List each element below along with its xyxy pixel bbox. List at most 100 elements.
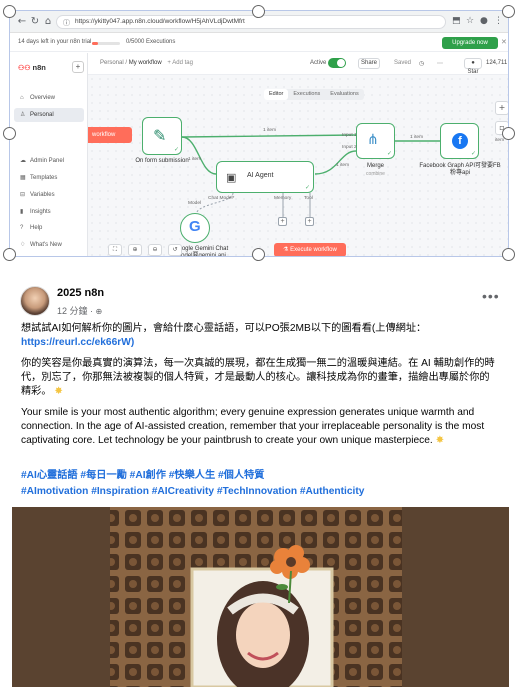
profile-icon[interactable]: ● [480, 16, 488, 26]
hashtags-en[interactable]: #AImotivation #Inspiration #AICreativity… [21, 485, 499, 499]
merge-node[interactable]: ⋔ ✓ [356, 123, 395, 159]
post-photo[interactable] [12, 507, 509, 687]
globe-icon: ⊕ [95, 307, 103, 316]
upgrade-button[interactable]: Upgrade now [442, 37, 498, 49]
workflow-screenshot: ← ↻ ⌂ ⓘ https://ykitty047.app.n8n.cloud/… [9, 10, 509, 257]
facebook-node[interactable]: f ✓ [440, 123, 479, 159]
post-time[interactable]: 12 分鐘 · [57, 306, 96, 316]
n8n-logo[interactable]: ⚇⚇ n8n [18, 63, 46, 72]
extensions-icon[interactable]: ⬒ [452, 16, 461, 26]
sidebar-item-label: Help [30, 225, 43, 231]
post-photo-image [12, 507, 509, 687]
sidebar-item-personal[interactable]: ♙ Personal [14, 108, 84, 122]
ai-agent-node[interactable]: ▣ AI Agent ✓ [216, 161, 314, 193]
resize-handle-mr[interactable] [502, 127, 515, 140]
address-bar[interactable]: ⓘ https://ykitty047.app.n8n.cloud/workfl… [56, 15, 446, 29]
sidebar-item-admin-panel[interactable]: ☁ Admin Panel [14, 154, 84, 168]
add-node-button[interactable]: + [495, 101, 508, 115]
template-icon: ▦ [20, 175, 26, 181]
edge-item-count: 1 item [410, 135, 424, 140]
github-star-button[interactable]: ● Star [464, 58, 482, 75]
execute-label: Execute workflow [290, 247, 337, 253]
form-icon: ✎ [153, 126, 167, 145]
sidebar-item-label: What's New [30, 242, 62, 248]
memory-add-button[interactable]: + [278, 217, 287, 226]
reset-zoom-icon[interactable]: ↺ [168, 244, 182, 256]
back-icon[interactable]: ← [16, 16, 28, 28]
url-text: https://ykitty047.app.n8n.cloud/workflow… [75, 18, 245, 25]
resize-handle-bl[interactable] [3, 248, 16, 261]
menu-icon[interactable]: ⋮ [494, 16, 503, 26]
fit-view-icon[interactable]: ⛶ [108, 244, 122, 256]
home-icon[interactable]: ⌂ [42, 16, 54, 28]
page-root: ← ↻ ⌂ ⓘ https://ykitty047.app.n8n.cloud/… [0, 0, 518, 687]
port-label: Chat Model* [208, 196, 235, 201]
post-text-zh: 你的笑容是你最真實的演算法，每一次真誠的展現，都在生成獨一無二的溫暖與連結。在 … [21, 357, 499, 399]
reload-icon[interactable]: ↻ [29, 16, 41, 28]
crumb-personal[interactable]: Personal [100, 60, 124, 66]
resize-handle-bc[interactable] [252, 248, 265, 261]
merge-icon: ⋔ [367, 132, 379, 148]
sidebar-item-whats-new[interactable]: ♢ What's New [14, 238, 84, 252]
sidebar-item-templates[interactable]: ▦ Templates [14, 171, 84, 185]
resize-handle-tl[interactable] [3, 5, 16, 18]
ai-agent-label: AI Agent [247, 172, 274, 179]
sparkle-emoji-icon: ✸ [435, 435, 445, 446]
close-icon[interactable]: ✕ [501, 38, 507, 46]
google-icon: G [189, 218, 201, 235]
success-check-icon: ✓ [386, 150, 392, 157]
more-icon[interactable]: ⋯ [437, 60, 443, 67]
n8n-logo-icon: ⚇⚇ [18, 65, 33, 72]
success-check-icon: ✓ [173, 146, 179, 153]
tool-add-button[interactable]: + [305, 217, 314, 226]
more-options-icon[interactable]: ••• [482, 288, 500, 304]
input-label: Input 1 [342, 133, 357, 138]
resize-handle-br[interactable] [502, 248, 515, 261]
post-author[interactable]: 2025 n8n [57, 287, 104, 299]
workflow-name[interactable]: My workflow [129, 60, 162, 66]
sidebar-item-label: Templates [30, 175, 58, 181]
bookmark-icon[interactable]: ☆ [466, 16, 474, 26]
sparkle-emoji-icon: ✸ [54, 386, 63, 397]
resize-handle-ml[interactable] [3, 127, 16, 140]
input-label: Input 2 [342, 145, 357, 150]
sidebar-item-overview[interactable]: ⌂ Overview [14, 91, 84, 105]
active-toggle[interactable] [328, 58, 346, 68]
create-button[interactable]: + [72, 61, 84, 73]
insights-icon: ▮ [20, 209, 24, 215]
saved-status: Saved [394, 60, 412, 66]
resize-handle-tr[interactable] [502, 5, 515, 18]
edge-item-count: 1 item [336, 163, 350, 168]
resize-handle-tc[interactable] [252, 5, 265, 18]
avatar[interactable] [20, 286, 50, 316]
post-text-en: Your smile is your most authentic algori… [21, 406, 499, 448]
paragraph-en: Your smile is your most authentic algori… [21, 407, 485, 446]
sidebar-item-variables[interactable]: ⊟ Variables [14, 188, 84, 202]
execute-workflow-button[interactable]: ⚗ Execute workflow [274, 243, 346, 256]
zoom-out-icon[interactable]: ⊖ [148, 244, 162, 256]
sidebar-item-label: Admin Panel [30, 158, 65, 164]
trial-banner: 14 days left in your n8n trial 0/5000 Ex… [10, 34, 508, 52]
sidebar-item-label: Personal [30, 112, 54, 118]
add-tag-link[interactable]: + Add tag [167, 60, 193, 66]
app-name: n8n [32, 63, 46, 72]
workflow-canvas[interactable]: Editor Executions Evaluations workflow ✎… [88, 75, 508, 256]
sidebar-item-label: Overview [30, 95, 56, 101]
trial-executions: 0/5000 Executions [126, 39, 176, 45]
success-check-icon: ✓ [470, 150, 476, 157]
user-icon: ♙ [20, 112, 26, 118]
sidebar-item-help[interactable]: ? Help [14, 221, 84, 235]
port-label: Tool [304, 196, 313, 201]
sidebar-item-label: Insights [30, 209, 51, 215]
share-button[interactable]: Share [358, 58, 380, 69]
upload-link[interactable]: https://reurl.cc/ek66rW) [21, 337, 134, 348]
history-icon[interactable]: ◷ [419, 60, 424, 67]
form-trigger-node[interactable]: ✎ ✓ [142, 117, 182, 155]
site-info-icon[interactable]: ⓘ [63, 18, 70, 28]
hashtags-zh[interactable]: #AI心靈話語 #每日一勵 #AI創作 #快樂人生 #個人特質 [21, 469, 499, 483]
zoom-in-icon[interactable]: ⊕ [128, 244, 142, 256]
github-icon: ● [471, 60, 475, 66]
sidebar-item-insights[interactable]: ▮ Insights [14, 205, 84, 219]
robot-icon: ▣ [226, 171, 237, 184]
gemini-model-node[interactable]: G [180, 213, 210, 243]
